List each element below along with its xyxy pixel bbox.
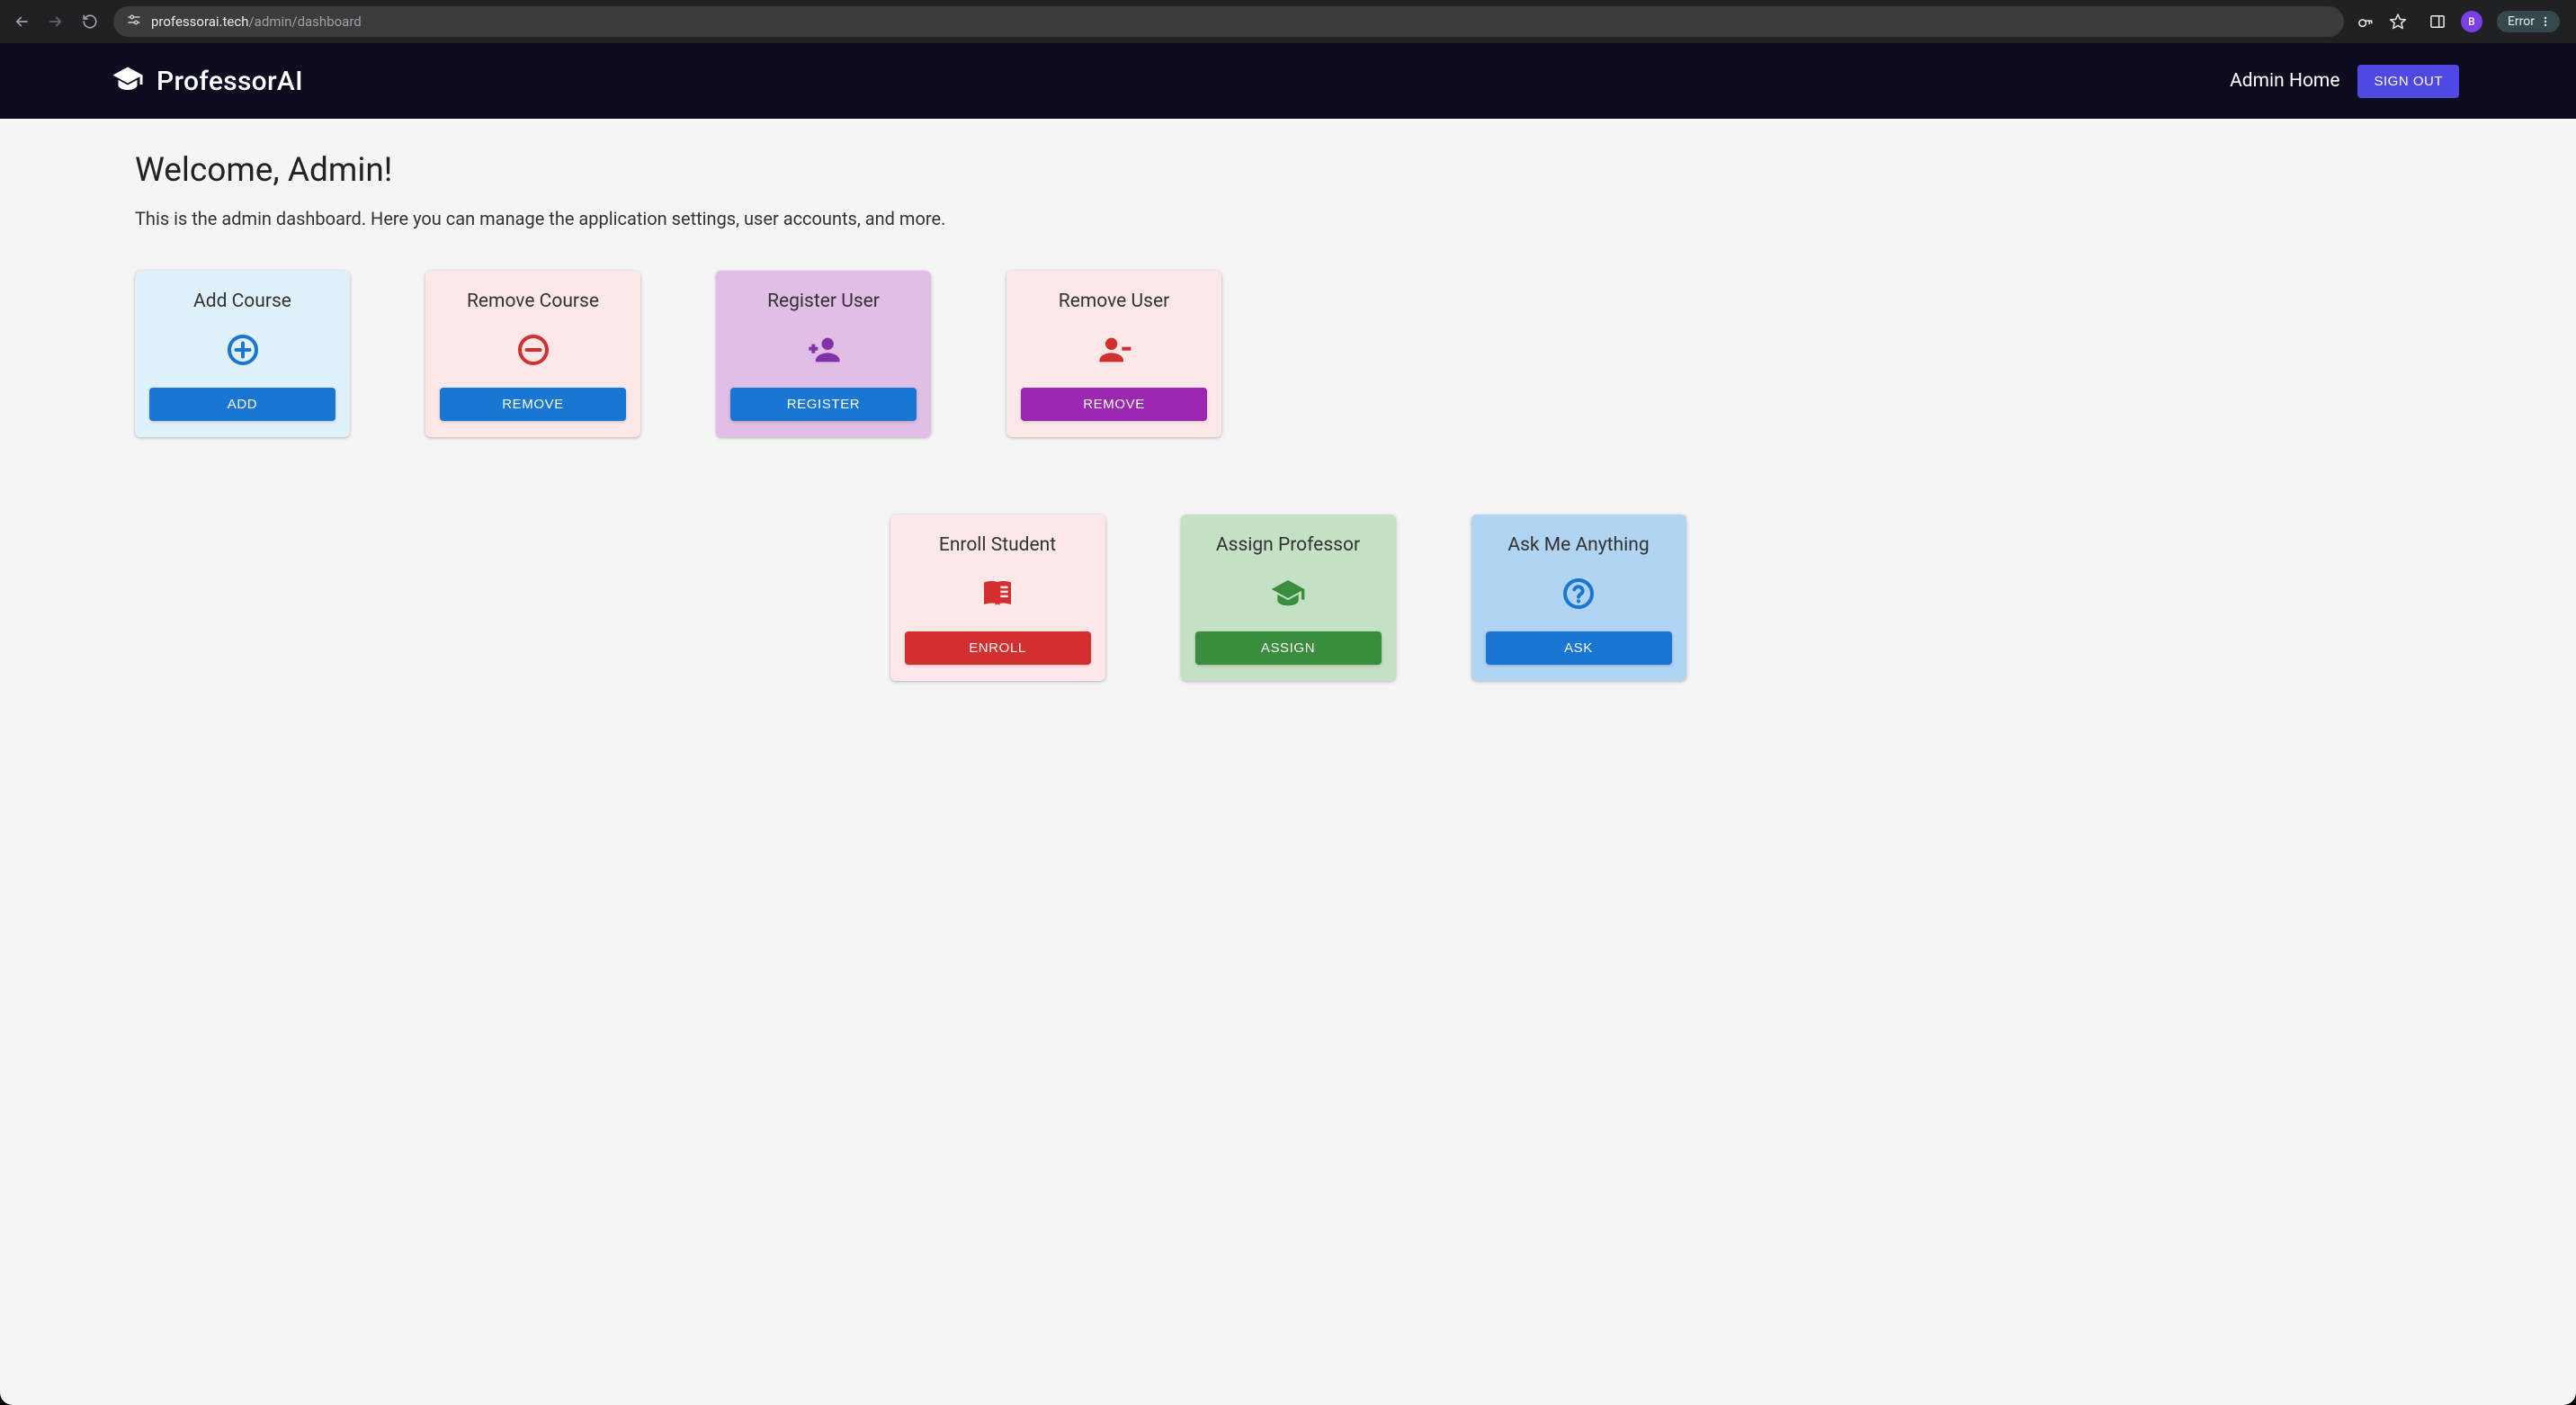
panel-icon[interactable]	[2428, 13, 2446, 31]
main-content: Welcome, Admin! This is the admin dashbo…	[0, 119, 2576, 681]
card-row-1: Add Course ADD Remove Course REMOVE Regi…	[135, 271, 2441, 437]
assign-button[interactable]: ASSIGN	[1195, 631, 1382, 665]
help-circle-icon	[1561, 576, 1597, 612]
profile-avatar[interactable]: B	[2461, 11, 2482, 32]
remove-user-button[interactable]: REMOVE	[1021, 388, 1207, 421]
person-remove-icon	[1096, 332, 1132, 368]
page-subtitle: This is the admin dashboard. Here you ca…	[135, 208, 2441, 229]
card-add-course: Add Course ADD	[135, 271, 350, 437]
brand[interactable]: ProfessorAI	[112, 63, 303, 99]
page-title: Welcome, Admin!	[135, 151, 2441, 190]
enroll-button[interactable]: ENROLL	[905, 631, 1091, 665]
header-right: Admin Home SIGN OUT	[2230, 65, 2459, 98]
key-icon[interactable]	[2357, 13, 2375, 31]
graduation-cap-icon	[112, 63, 144, 99]
extension-error-pill[interactable]: Error	[2497, 11, 2560, 32]
card-title: Register User	[767, 291, 880, 312]
minus-circle-icon	[515, 332, 551, 368]
card-title: Enroll Student	[939, 534, 1056, 556]
card-row-2: Enroll Student ENROLL Assign Professor A…	[135, 515, 2441, 681]
person-add-icon	[806, 332, 842, 368]
card-register-user: Register User REGISTER	[716, 271, 931, 437]
card-title: Add Course	[193, 291, 291, 312]
card-remove-user: Remove User REMOVE	[1006, 271, 1221, 437]
site-settings-icon[interactable]	[126, 12, 142, 31]
url-text: professorai.tech/admin/dashboard	[151, 13, 362, 30]
back-button[interactable]	[11, 11, 32, 32]
card-title: Remove User	[1059, 291, 1169, 312]
admin-home-link[interactable]: Admin Home	[2230, 70, 2339, 92]
card-title: Ask Me Anything	[1507, 534, 1649, 556]
app-header: ProfessorAI Admin Home SIGN OUT	[0, 43, 2576, 119]
forward-button[interactable]	[45, 11, 67, 32]
app-shell: ProfessorAI Admin Home SIGN OUT Welcome,…	[0, 43, 2576, 1405]
card-title: Remove Course	[467, 291, 599, 312]
browser-right-icons: B Error	[2357, 11, 2565, 32]
graduation-cap-icon	[1270, 576, 1306, 612]
address-bar[interactable]: professorai.tech/admin/dashboard	[113, 6, 2344, 37]
sign-out-button[interactable]: SIGN OUT	[2357, 65, 2459, 98]
brand-title: ProfessorAI	[157, 66, 303, 97]
reload-button[interactable]	[79, 11, 101, 32]
card-title: Assign Professor	[1216, 534, 1360, 556]
bookmark-star-icon[interactable]	[2389, 13, 2407, 31]
ask-button[interactable]: ASK	[1486, 631, 1672, 665]
add-button[interactable]: ADD	[149, 388, 335, 421]
register-button[interactable]: REGISTER	[730, 388, 917, 421]
browser-toolbar: professorai.tech/admin/dashboard B Error	[0, 0, 2576, 43]
card-remove-course: Remove Course REMOVE	[425, 271, 640, 437]
card-assign-professor: Assign Professor ASSIGN	[1181, 515, 1396, 681]
card-ask-me-anything: Ask Me Anything ASK	[1471, 515, 1686, 681]
remove-button[interactable]: REMOVE	[440, 388, 626, 421]
plus-circle-icon	[225, 332, 261, 368]
card-enroll-student: Enroll Student ENROLL	[890, 515, 1105, 681]
book-open-icon	[979, 576, 1015, 612]
